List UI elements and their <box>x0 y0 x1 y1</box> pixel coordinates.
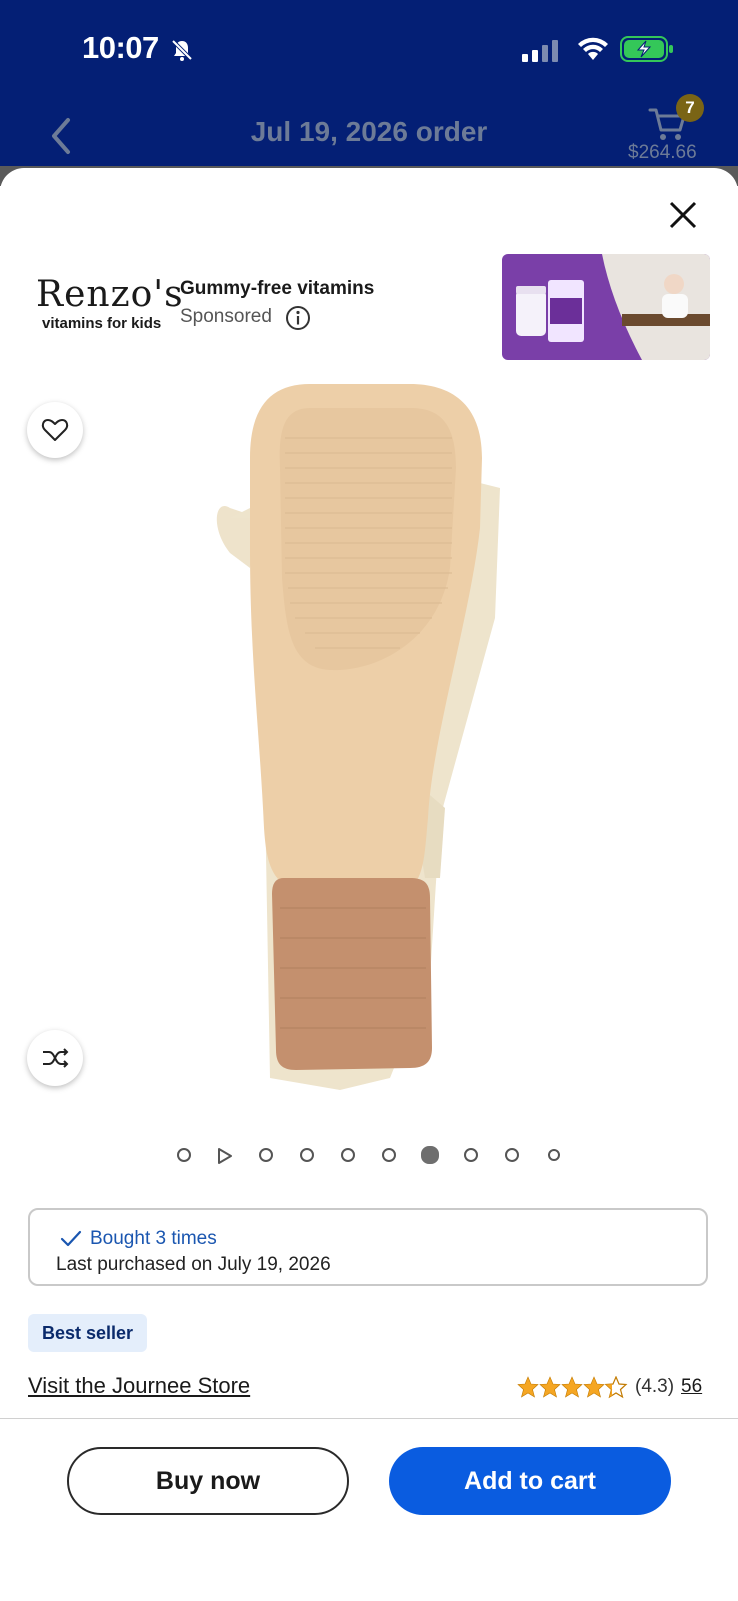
product-image[interactable] <box>210 378 530 1098</box>
status-time: 10:07 <box>82 30 159 65</box>
wifi-icon <box>578 37 608 60</box>
star-rating-icon <box>517 1376 627 1398</box>
carousel-dot-active[interactable] <box>421 1146 439 1164</box>
carousel-dot[interactable] <box>177 1148 191 1162</box>
purchase-history-box: Bought 3 times Last purchased on July 19… <box>28 1208 708 1286</box>
battery-charging-icon <box>620 36 673 62</box>
cellular-signal-icon <box>522 40 558 62</box>
ad-brand-tagline: vitamins for kids <box>42 315 162 332</box>
add-to-cart-button[interactable]: Add to cart <box>389 1447 671 1515</box>
store-link[interactable]: Visit the Journee Store <box>28 1373 250 1399</box>
ad-sponsored-label: Sponsored <box>180 306 272 327</box>
status-bar: 10:07 <box>0 0 738 100</box>
close-icon[interactable] <box>666 198 700 232</box>
ad-image[interactable] <box>502 254 710 360</box>
carousel-dot[interactable] <box>505 1148 519 1162</box>
bottom-action-bar: Buy now Add to cart <box>0 1418 738 1601</box>
favorite-button[interactable] <box>27 402 83 458</box>
carousel-dot[interactable] <box>382 1148 396 1162</box>
sponsored-ad[interactable]: Renzo's vitamins for kids Gummy-free vit… <box>0 250 738 360</box>
rating-value: (4.3) <box>635 1376 675 1397</box>
review-count-link[interactable]: 56 <box>681 1376 702 1398</box>
heart-icon <box>41 419 69 441</box>
carousel-indicator[interactable] <box>0 1144 738 1168</box>
carousel-dot[interactable] <box>464 1148 478 1162</box>
carousel-dot[interactable] <box>300 1148 314 1162</box>
last-purchased-date: Last purchased on July 19, 2026 <box>56 1254 331 1275</box>
cart-count-badge: 7 <box>676 94 704 122</box>
carousel-dot[interactable] <box>259 1148 273 1162</box>
buy-now-button[interactable]: Buy now <box>67 1447 349 1515</box>
bell-muted-icon <box>171 39 193 61</box>
checkmark-icon <box>60 1230 82 1247</box>
ad-title: Gummy-free vitamins <box>180 278 375 299</box>
carousel-dot[interactable] <box>341 1148 355 1162</box>
video-play-icon[interactable] <box>216 1146 234 1166</box>
carousel-dot[interactable] <box>548 1149 560 1161</box>
bought-count: Bought 3 times <box>90 1228 217 1249</box>
compare-button[interactable] <box>27 1030 83 1086</box>
ad-brand-logo: Renzo's <box>36 274 184 315</box>
best-seller-badge: Best seller <box>28 1314 148 1352</box>
nav-bar: Jul 19, 2026 order 7 $264.66 <box>0 94 738 170</box>
cart-total: $264.66 <box>628 142 697 163</box>
info-icon[interactable] <box>285 305 311 331</box>
shuffle-icon <box>43 1048 69 1068</box>
